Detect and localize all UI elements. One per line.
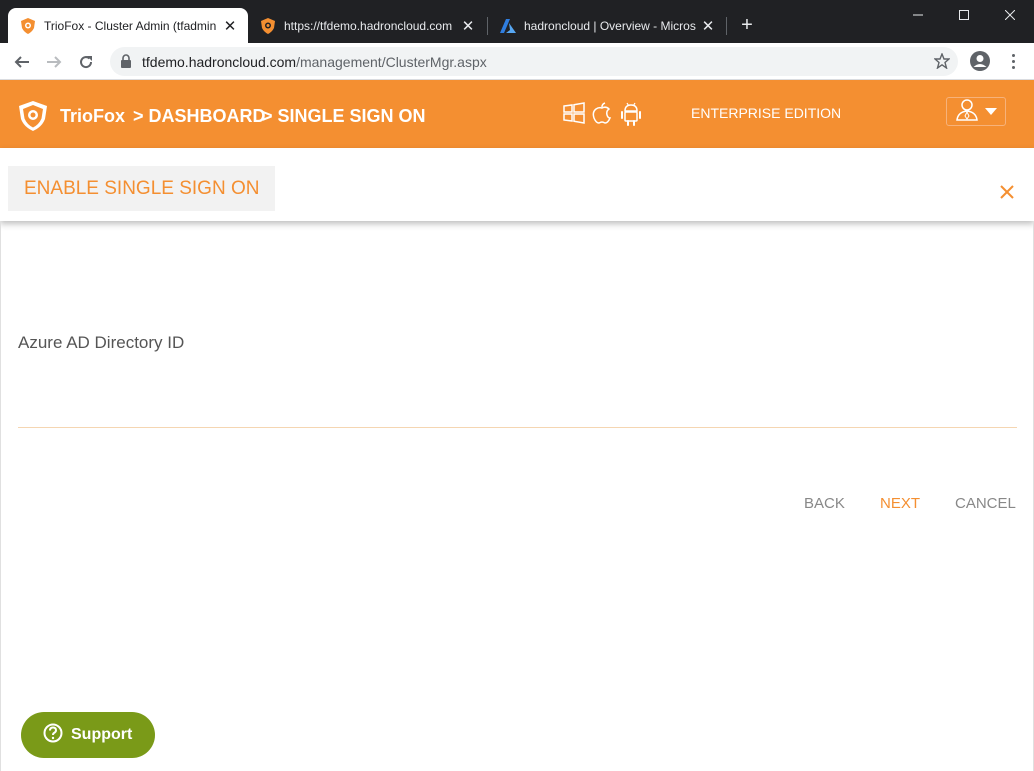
breadcrumb-dashboard[interactable]: > DASHBOARD (133, 106, 266, 127)
tab-title: hadroncloud | Overview - Micros (524, 18, 696, 33)
browser-titlebar: TrioFox - Cluster Admin (tfadmin ✕ https… (0, 0, 1034, 43)
apple-icon[interactable] (592, 102, 612, 129)
reload-icon[interactable] (75, 51, 97, 73)
breadcrumb-single-sign-on: > SINGLE SIGN ON (262, 106, 426, 126)
tab-hadroncloud-overview[interactable]: hadroncloud | Overview - Micros ✕ (488, 8, 726, 43)
close-icon[interactable] (996, 181, 1018, 203)
dialog-title: ENABLE SINGLE SIGN ON (8, 166, 276, 211)
tab-title: https://tfdemo.hadroncloud.com (284, 18, 453, 33)
chevron-down-icon (985, 103, 997, 121)
cancel-button[interactable]: CANCEL (955, 495, 1016, 512)
close-tab-icon[interactable]: ✕ (458, 16, 478, 36)
browser-toolbar: tfdemo.hadroncloud.com/management/Cluste… (0, 43, 1034, 80)
user-icon (955, 97, 979, 126)
bookmark-star-icon[interactable] (933, 52, 951, 74)
profile-avatar-icon[interactable] (969, 50, 991, 72)
lock-icon (120, 54, 132, 73)
dialog-header: ENABLE SINGLE SIGN ON (0, 148, 1034, 221)
android-icon[interactable] (620, 102, 642, 131)
azure-directory-id-input[interactable] (18, 366, 1017, 428)
support-label: Support (71, 726, 133, 743)
tab-tfdemo[interactable]: https://tfdemo.hadroncloud.com ✕ (248, 8, 486, 43)
triofox-shield-icon (260, 17, 276, 34)
browser-menu-icon[interactable] (1005, 50, 1021, 72)
new-tab-icon[interactable]: + (737, 15, 757, 35)
azure-icon (500, 18, 516, 34)
close-window-icon[interactable] (987, 0, 1033, 30)
back-arrow-icon[interactable] (11, 51, 33, 73)
url-host: tfdemo.hadroncloud.com (142, 54, 297, 70)
close-tab-icon[interactable]: ✕ (698, 16, 718, 36)
triofox-shield-icon (20, 17, 36, 34)
user-menu-button[interactable] (946, 97, 1006, 126)
triofox-logo-icon[interactable] (18, 100, 48, 137)
dialog-body: Azure AD Directory ID BACK NEXT CANCEL (0, 221, 1034, 771)
minimize-icon[interactable] (895, 0, 941, 30)
address-bar[interactable]: tfdemo.hadroncloud.com/management/Cluste… (110, 47, 958, 76)
next-button[interactable]: NEXT (880, 495, 920, 512)
app-header: TrioFox > DASHBOARD > SINGLE SIGN ON ENT… (0, 80, 1034, 148)
brand-name[interactable]: TrioFox (60, 106, 125, 127)
edition-label: ENTERPRISE EDITION (691, 105, 842, 121)
support-button[interactable]: Support (21, 712, 155, 758)
back-button[interactable]: BACK (804, 495, 845, 512)
forward-arrow-icon[interactable] (43, 51, 65, 73)
maximize-icon[interactable] (941, 0, 987, 30)
tab-triofox-cluster-admin[interactable]: TrioFox - Cluster Admin (tfadmin ✕ (8, 8, 248, 43)
tab-separator (726, 17, 727, 35)
help-question-icon (43, 723, 63, 748)
azure-directory-id-label: Azure AD Directory ID (18, 333, 185, 352)
url-text: tfdemo.hadroncloud.com/management/Cluste… (142, 54, 487, 70)
tab-title: TrioFox - Cluster Admin (tfadmin (44, 18, 217, 33)
windows-icon[interactable] (563, 102, 585, 129)
url-path: /management/ClusterMgr.aspx (296, 54, 487, 70)
close-tab-icon[interactable]: ✕ (220, 16, 240, 36)
